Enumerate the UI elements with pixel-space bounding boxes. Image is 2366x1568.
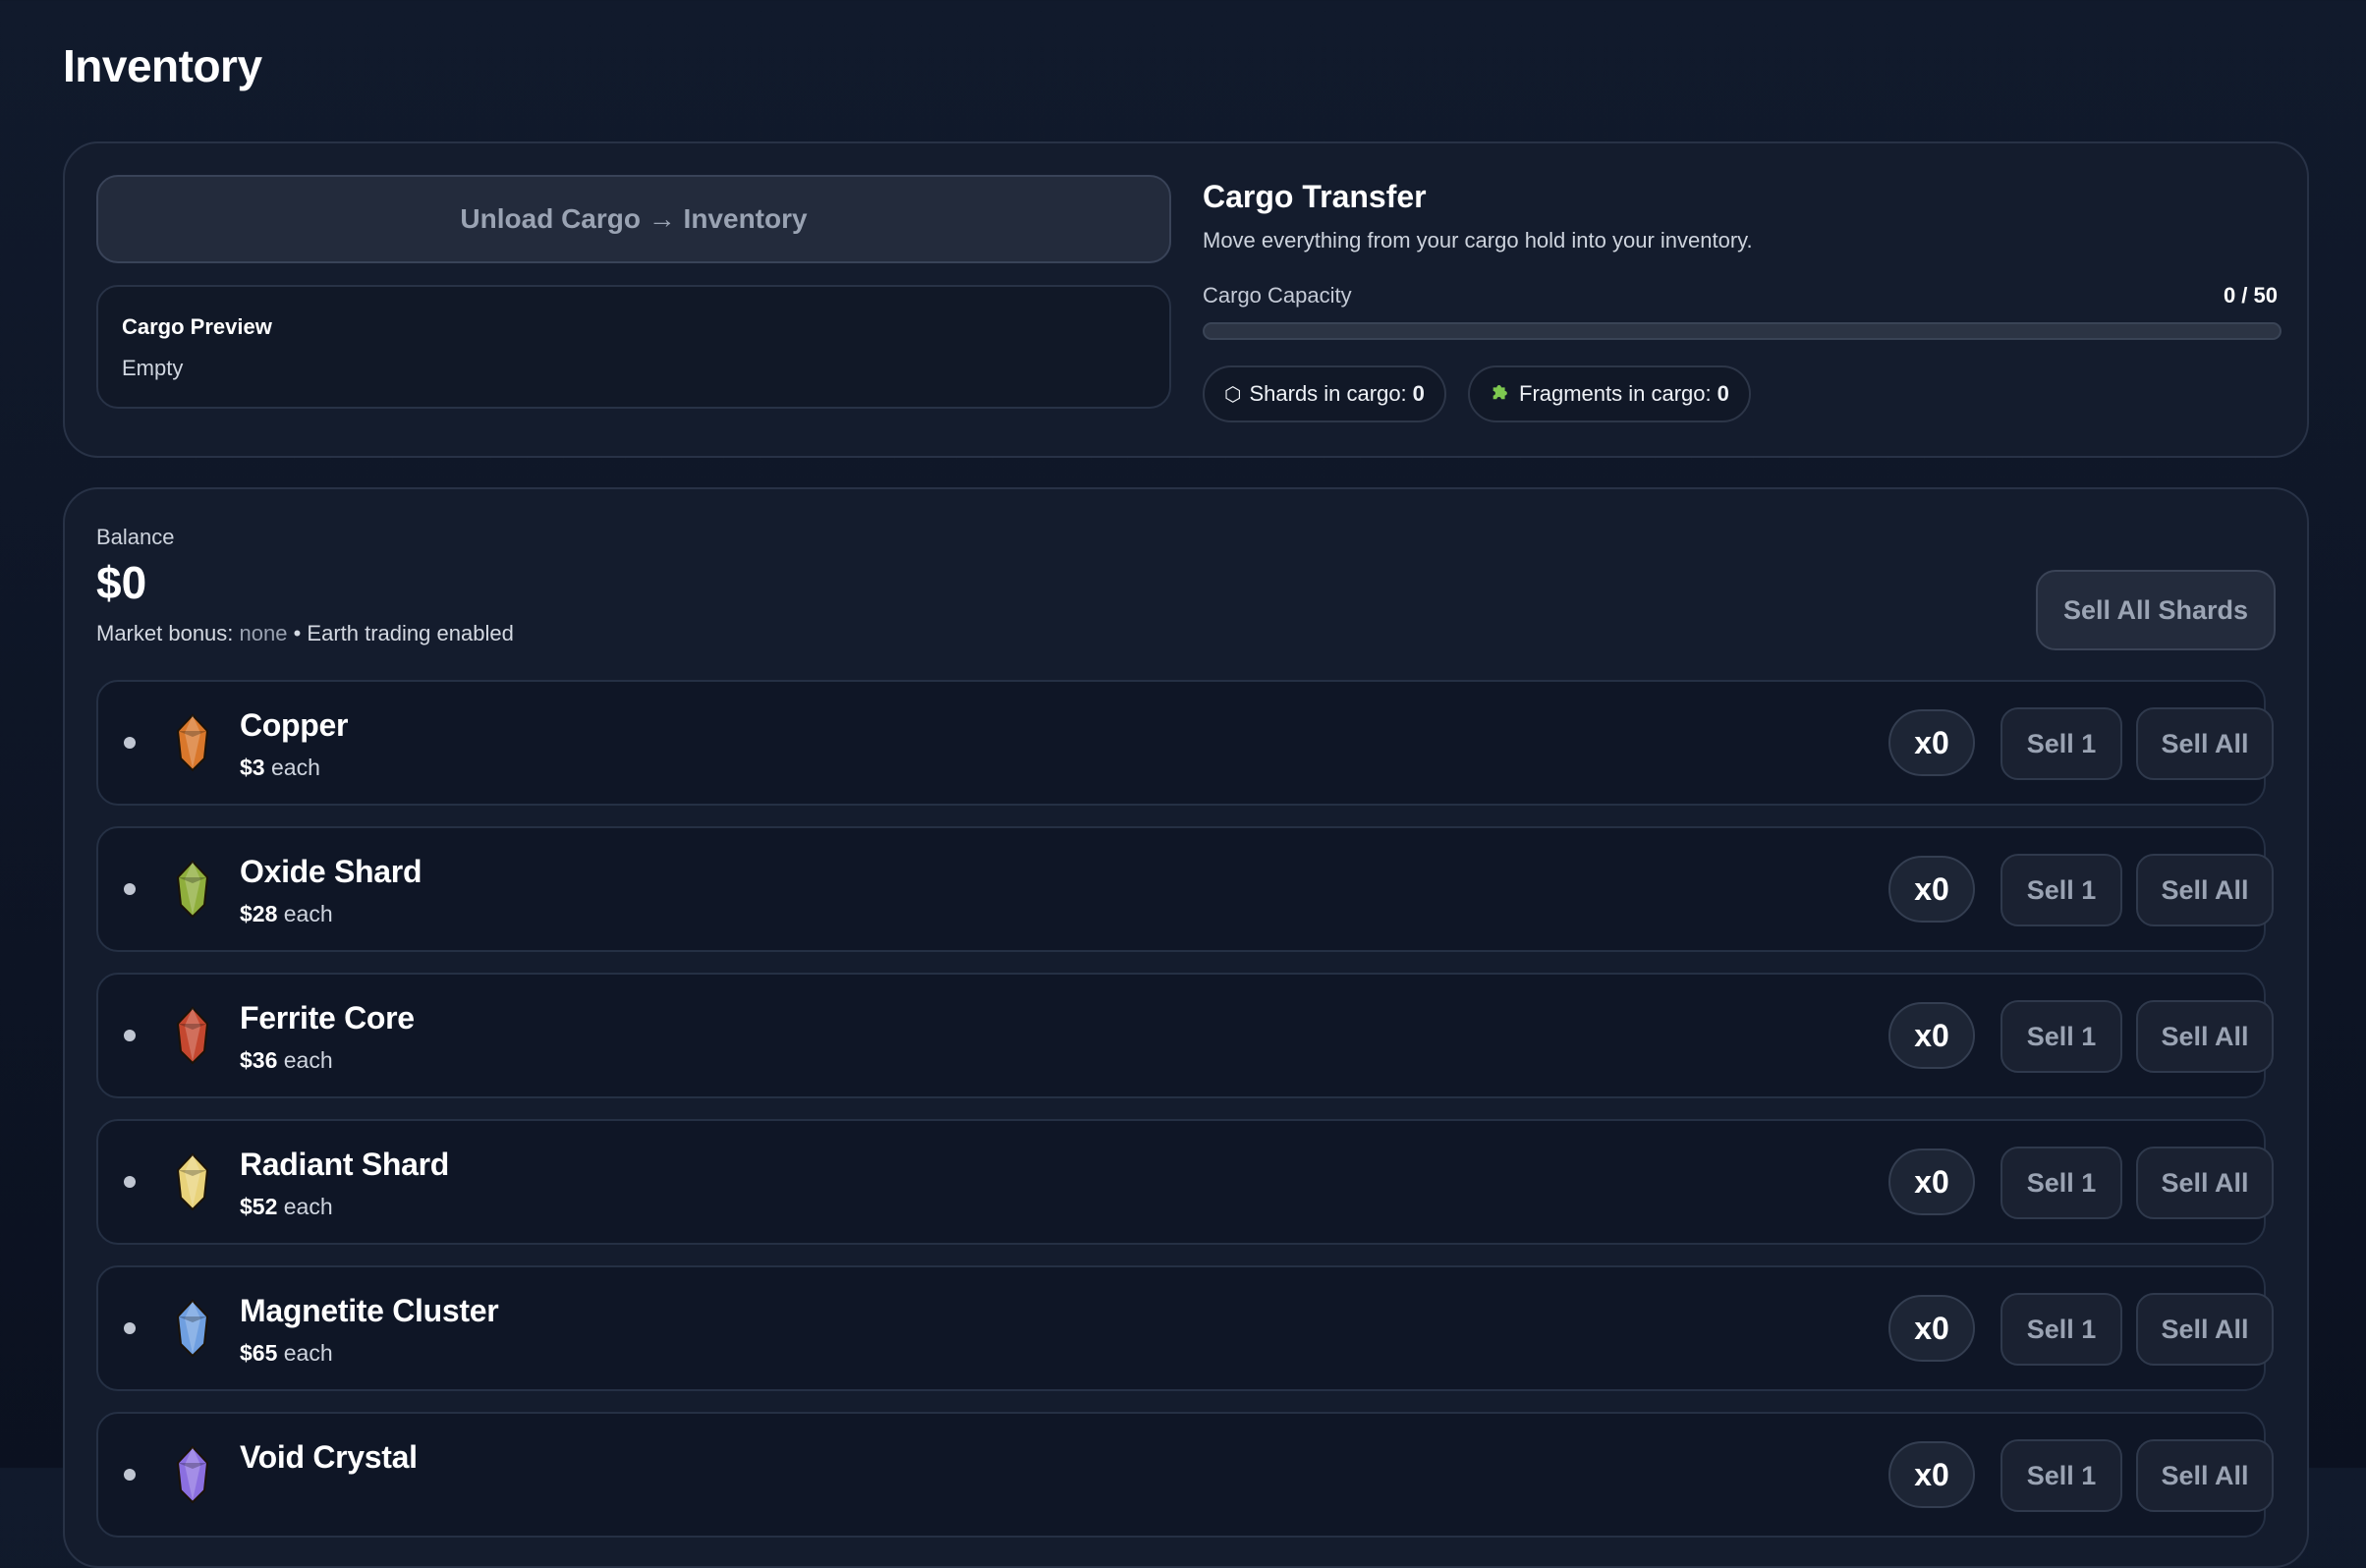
item-name: Copper: [240, 707, 349, 743]
page-title: Inventory: [63, 40, 262, 91]
oxide-gem-icon: [176, 860, 209, 919]
status-dot: [124, 1469, 136, 1481]
shards-in-cargo-value: 0: [1412, 381, 1425, 406]
void-gem-icon: [176, 1445, 209, 1504]
cargo-capacity-value: 0 / 50: [2223, 283, 2278, 308]
item-quantity-badge: x0: [1888, 1148, 1975, 1215]
item-name: Oxide Shard: [240, 854, 422, 889]
sell-one-button[interactable]: Sell 1: [2000, 1439, 2122, 1512]
item-price-unit: each: [270, 755, 320, 780]
status-dot: [124, 1322, 136, 1334]
market-bonus-line: Market bonus: none • Earth trading enabl…: [96, 621, 514, 646]
puzzle-icon: [1490, 380, 1511, 408]
item-price-value: $3: [240, 755, 265, 780]
item-quantity-badge: x0: [1888, 1441, 1975, 1508]
inventory-row: Void Crystal x0 Sell 1 Sell All: [96, 1412, 2274, 1538]
item-price: $52 each: [240, 1194, 333, 1220]
item-quantity-badge: x0: [1888, 709, 1975, 776]
item-name: Magnetite Cluster: [240, 1293, 499, 1328]
balance-value: $0: [96, 557, 147, 608]
inventory-row: Oxide Shard $28 each x0 Sell 1 Sell All: [96, 826, 2274, 952]
inventory-row: Ferrite Core $36 each x0 Sell 1 Sell All: [96, 973, 2274, 1098]
hexagon-icon: ⬡: [1224, 383, 1242, 406]
cargo-preview: Cargo Preview Empty: [96, 285, 1171, 409]
item-price-value: $28: [240, 901, 278, 926]
market-panel: Balance $0 Market bonus: none • Earth tr…: [63, 487, 2309, 1568]
inventory-row: Radiant Shard $52 each x0 Sell 1 Sell Al…: [96, 1119, 2274, 1245]
sell-all-button[interactable]: Sell All: [2136, 1000, 2274, 1073]
status-dot: [124, 737, 136, 749]
sell-one-button[interactable]: Sell 1: [2000, 1293, 2122, 1366]
sell-all-button[interactable]: Sell All: [2136, 854, 2274, 926]
item-name: Ferrite Core: [240, 1000, 415, 1036]
status-dot: [124, 1176, 136, 1188]
status-dot: [124, 883, 136, 895]
cargo-transfer-title: Cargo Transfer: [1203, 179, 1427, 214]
market-bonus-label: Market bonus:: [96, 621, 234, 645]
fragments-in-cargo-chip: Fragments in cargo: 0: [1468, 365, 1751, 422]
cargo-panel: Unload Cargo → Inventory Cargo Preview E…: [63, 141, 2309, 458]
item-price-value: $36: [240, 1047, 278, 1073]
item-name: Void Crystal: [240, 1439, 418, 1475]
sell-all-button[interactable]: Sell All: [2136, 1439, 2274, 1512]
sell-all-button[interactable]: Sell All: [2136, 1147, 2274, 1219]
inventory-row: Magnetite Cluster $65 each x0 Sell 1 Sel…: [96, 1265, 2274, 1391]
item-price: $36 each: [240, 1047, 333, 1074]
item-price: $65 each: [240, 1340, 333, 1367]
sell-one-button[interactable]: Sell 1: [2000, 1000, 2122, 1073]
item-price-unit: each: [283, 901, 333, 926]
sell-one-button[interactable]: Sell 1: [2000, 854, 2122, 926]
sell-one-button[interactable]: Sell 1: [2000, 707, 2122, 780]
cargo-capacity-bar: [1203, 322, 2282, 340]
item-price-unit: each: [283, 1047, 333, 1073]
item-price-unit: each: [283, 1194, 333, 1219]
radiant-gem-icon: [176, 1152, 209, 1211]
market-bonus-value: none: [239, 621, 288, 645]
item-quantity-badge: x0: [1888, 856, 1975, 923]
sell-all-button[interactable]: Sell All: [2136, 1293, 2274, 1366]
item-quantity-badge: x0: [1888, 1295, 1975, 1362]
cargo-preview-title: Cargo Preview: [122, 314, 272, 339]
status-dot: [124, 1030, 136, 1041]
item-price: $3 each: [240, 755, 320, 781]
item-price-value: $52: [240, 1194, 278, 1219]
item-name: Radiant Shard: [240, 1147, 450, 1182]
sell-all-button[interactable]: Sell All: [2136, 707, 2274, 780]
fragments-in-cargo-value: 0: [1717, 381, 1729, 406]
earth-trading-status: • Earth trading enabled: [293, 621, 514, 645]
cargo-preview-value: Empty: [122, 356, 184, 380]
shards-in-cargo-label: Shards in cargo:: [1249, 381, 1407, 406]
cargo-transfer-description: Move everything from your cargo hold int…: [1203, 228, 1753, 252]
unload-cargo-button[interactable]: Unload Cargo → Inventory: [96, 175, 1171, 263]
inventory-list: Copper $3 each x0 Sell 1 Sell All Oxide …: [96, 680, 2274, 1558]
cargo-capacity-label: Cargo Capacity: [1203, 283, 1352, 308]
ferrite-gem-icon: [176, 1006, 209, 1065]
balance-label: Balance: [96, 525, 175, 549]
fragments-in-cargo-label: Fragments in cargo:: [1519, 381, 1712, 406]
item-price-value: $65: [240, 1340, 278, 1366]
item-quantity-badge: x0: [1888, 1002, 1975, 1069]
item-price: $28 each: [240, 901, 333, 927]
shards-in-cargo-chip: ⬡ Shards in cargo: 0: [1203, 365, 1446, 422]
copper-gem-icon: [176, 713, 209, 772]
sell-all-shards-button[interactable]: Sell All Shards: [2036, 570, 2276, 650]
inventory-row: Copper $3 each x0 Sell 1 Sell All: [96, 680, 2274, 806]
sell-one-button[interactable]: Sell 1: [2000, 1147, 2122, 1219]
magnetite-gem-icon: [176, 1299, 209, 1358]
item-price-unit: each: [283, 1340, 333, 1366]
